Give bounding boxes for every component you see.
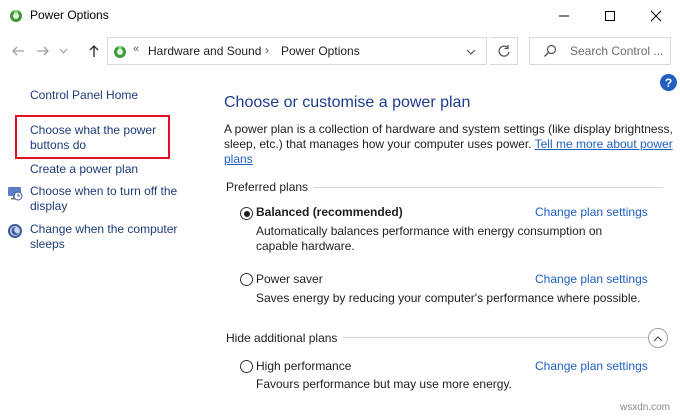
search-input[interactable]: Search Control ...	[570, 44, 663, 58]
sidebar-item-create-plan[interactable]: Create a power plan	[30, 162, 138, 177]
plan-name-balanced[interactable]: Balanced (recommended)	[256, 205, 403, 219]
preferred-plans-label: Preferred plans	[226, 180, 315, 194]
title-bar: Power Options	[0, 0, 680, 31]
address-dropdown-icon[interactable]	[464, 46, 478, 58]
forward-button[interactable]	[33, 41, 53, 61]
sidebar-item-turn-off-display[interactable]: Choose when to turn off the display	[30, 184, 190, 214]
address-bar[interactable]: « Hardware and Sound › Power Options	[107, 37, 487, 65]
change-plan-settings-power-saver[interactable]: Change plan settings	[535, 272, 648, 286]
change-plan-settings-balanced[interactable]: Change plan settings	[535, 205, 648, 219]
intro-paragraph: A power plan is a collection of hardware…	[224, 122, 674, 167]
maximize-button[interactable]	[587, 0, 633, 31]
plan-desc-balanced: Automatically balances performance with …	[256, 224, 603, 253]
sleep-moon-icon	[7, 223, 23, 239]
plan-name-power-saver[interactable]: Power saver	[256, 272, 323, 286]
breadcrumb-root-chevron[interactable]: «	[133, 43, 139, 55]
display-settings-icon	[7, 185, 23, 201]
collapse-button[interactable]	[648, 328, 668, 348]
page-title: Choose or customise a power plan	[224, 94, 471, 111]
minimize-button[interactable]	[541, 0, 587, 31]
recent-locations-chevron-icon[interactable]	[56, 41, 70, 61]
chevron-up-icon	[653, 335, 663, 341]
plan-desc-power-saver: Saves energy by reducing your computer's…	[256, 291, 641, 305]
plan-desc-high-performance: Favours performance but may use more ene…	[256, 377, 512, 391]
window-title: Power Options	[30, 8, 109, 22]
breadcrumb-hardware-and-sound[interactable]: Hardware and Sound	[148, 44, 261, 58]
refresh-button[interactable]	[490, 37, 518, 65]
control-panel-icon	[112, 43, 128, 59]
radio-balanced[interactable]	[240, 207, 253, 220]
radio-power-saver[interactable]	[240, 273, 253, 286]
search-icon	[543, 44, 557, 58]
change-plan-settings-high-performance[interactable]: Change plan settings	[535, 359, 648, 373]
sidebar-item-computer-sleeps[interactable]: Change when the computer sleeps	[30, 222, 190, 252]
sidebar-control-panel-home[interactable]: Control Panel Home	[30, 88, 138, 103]
plan-name-high-performance[interactable]: High performance	[256, 359, 351, 373]
search-box[interactable]: Search Control ...	[529, 37, 671, 65]
navigation-bar: « Hardware and Sound › Power Options Sea…	[0, 31, 680, 71]
back-button[interactable]	[8, 41, 28, 61]
up-button[interactable]	[84, 41, 104, 61]
power-options-icon	[8, 7, 24, 23]
sidebar-item-power-buttons[interactable]: Choose what the power buttons do	[30, 123, 170, 153]
sidebar: Control Panel Home Choose what the power…	[0, 71, 200, 417]
watermark: wsxdn.com	[620, 402, 671, 413]
hide-additional-plans-label: Hide additional plans	[226, 331, 344, 345]
main-content: Choose or customise a power plan A power…	[210, 71, 680, 417]
breadcrumb-separator-icon[interactable]: ›	[265, 43, 269, 57]
close-button[interactable]	[633, 0, 679, 31]
radio-high-performance[interactable]	[240, 360, 253, 373]
breadcrumb-power-options[interactable]: Power Options	[281, 44, 360, 58]
